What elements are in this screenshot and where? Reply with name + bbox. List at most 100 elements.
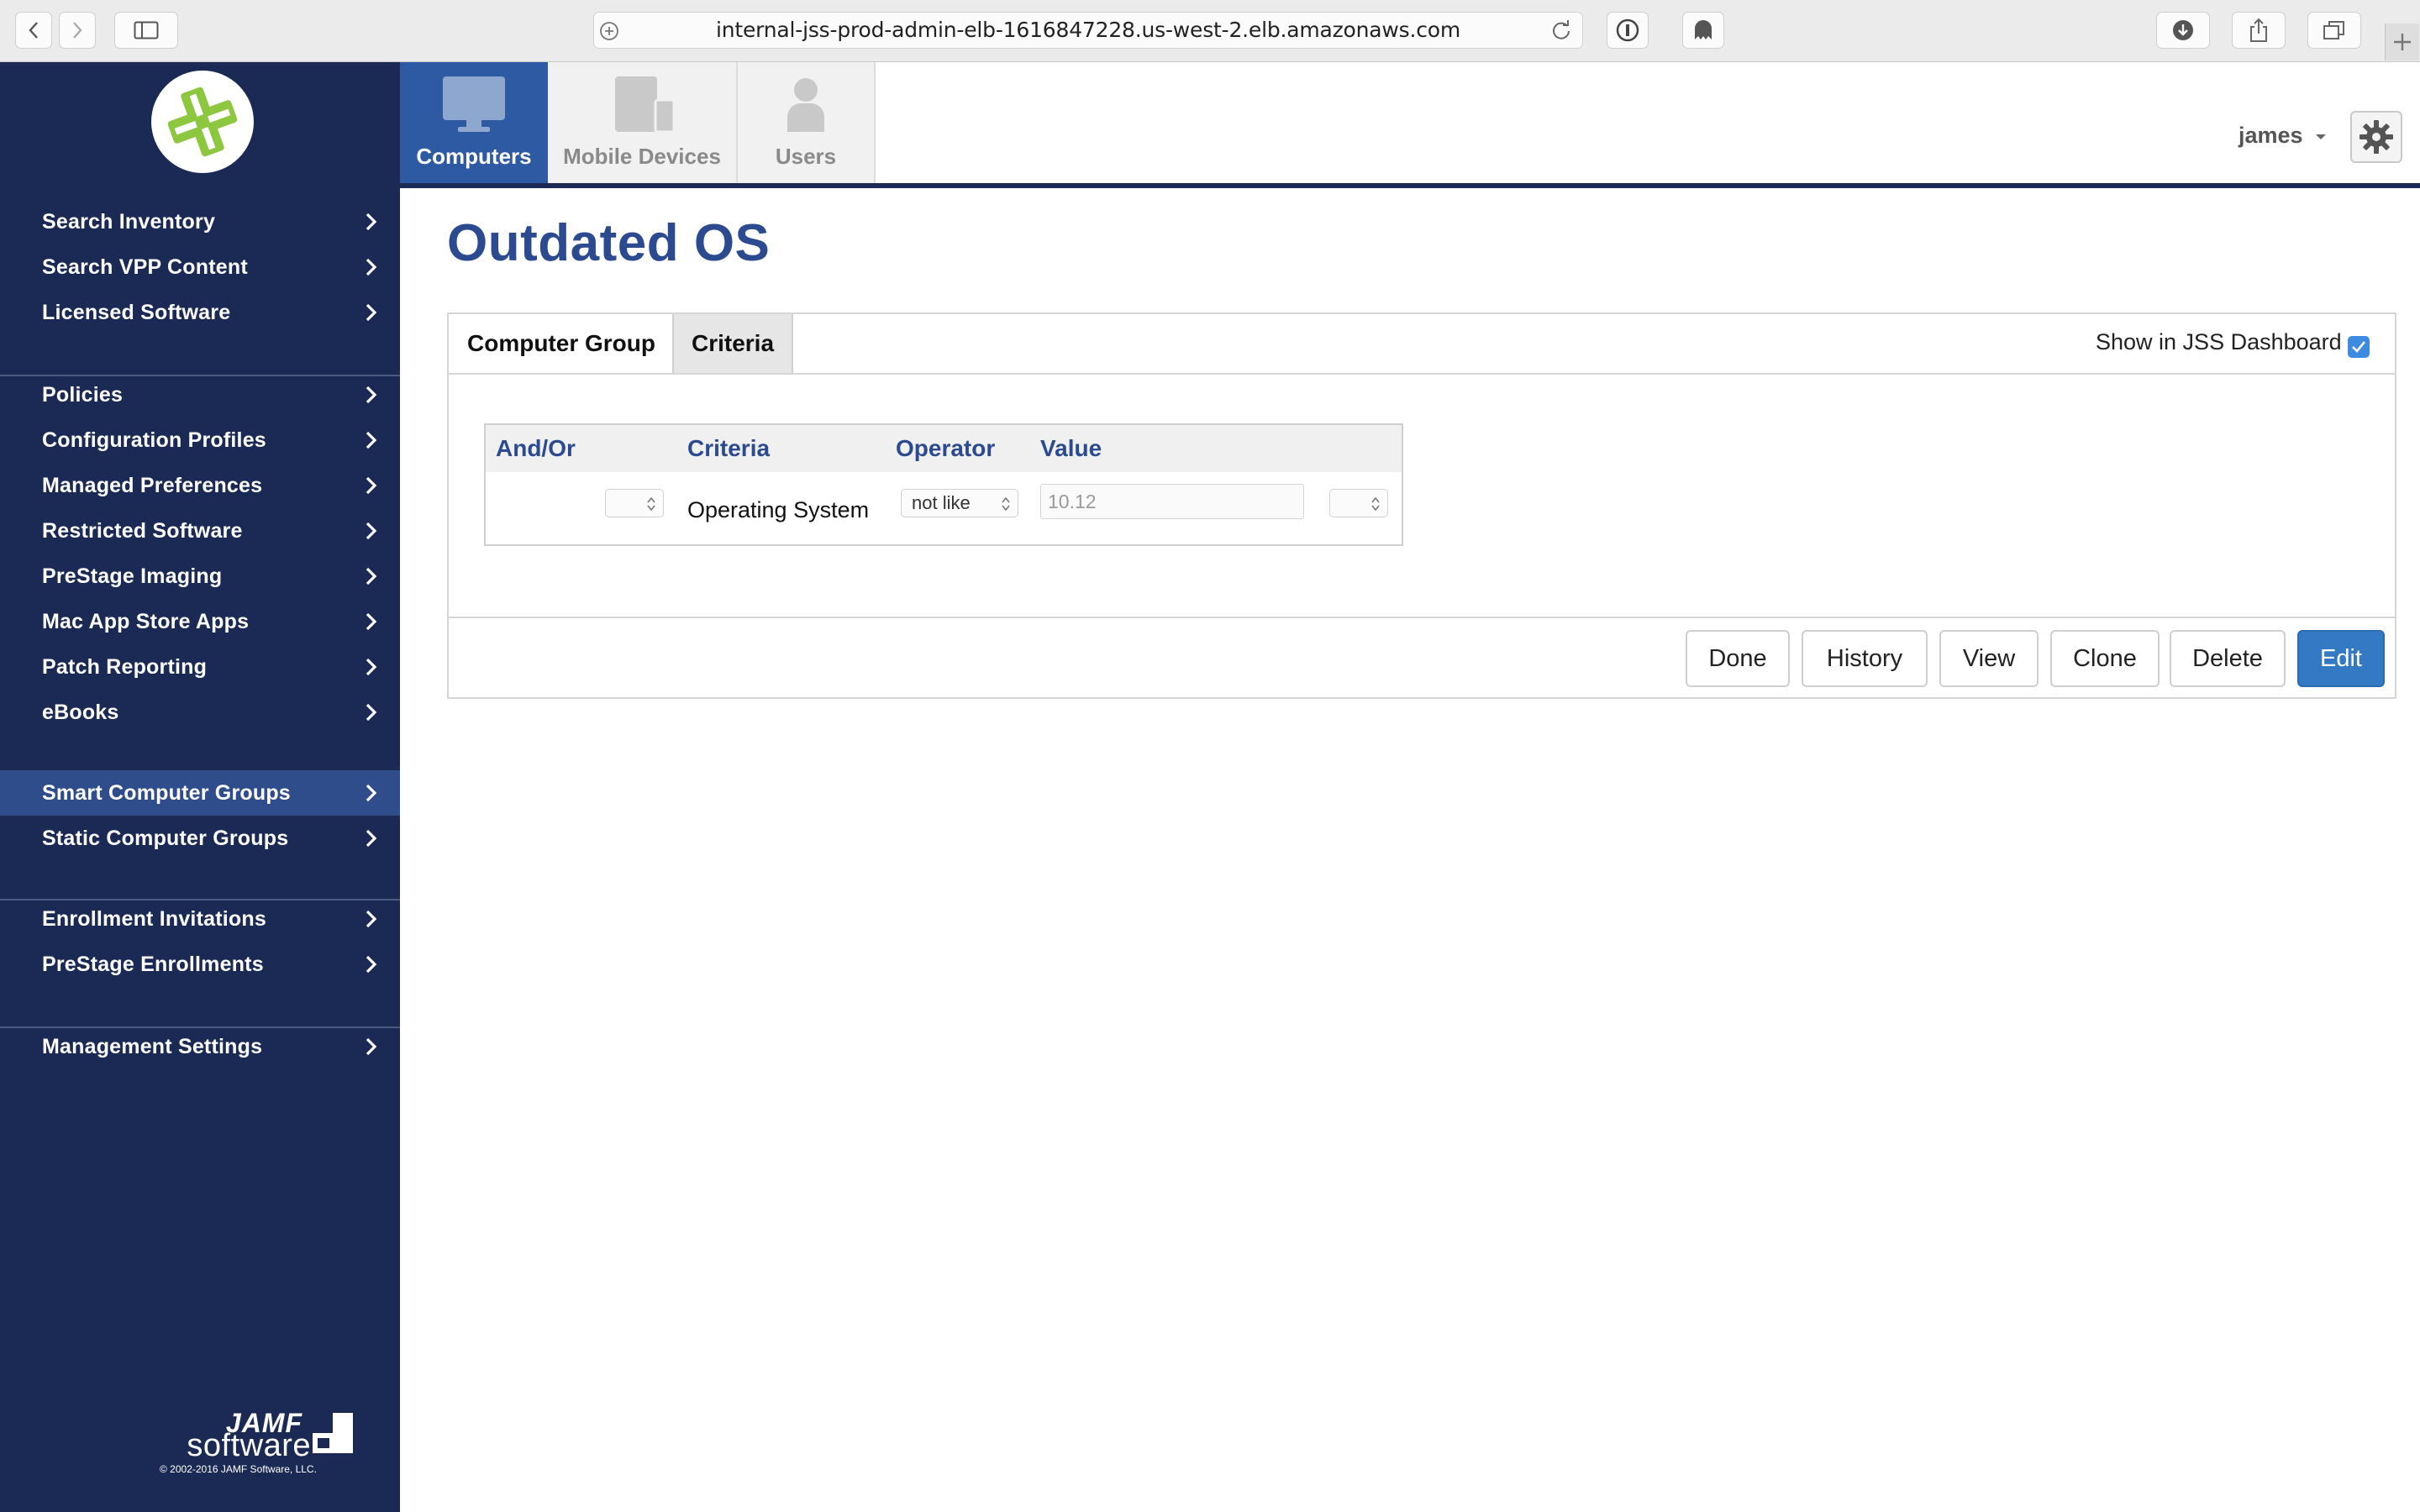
sidebar-item-label: Search Inventory bbox=[42, 209, 216, 234]
tab-users-label: Users bbox=[775, 144, 837, 169]
back-button[interactable] bbox=[15, 12, 52, 49]
sidebar-item-label: Restricted Software bbox=[42, 518, 243, 543]
page-title: Outdated OS bbox=[447, 214, 771, 272]
chevron-right-icon bbox=[366, 386, 377, 404]
sidebar-item-enrollment-invitations[interactable]: Enrollment Invitations bbox=[0, 896, 400, 942]
edit-button[interactable]: Edit bbox=[2297, 630, 2385, 687]
sidebar-item-label: Smart Computer Groups bbox=[42, 780, 291, 805]
delete-button[interactable]: Delete bbox=[2170, 630, 2286, 687]
criteria-name: Operating System bbox=[687, 497, 870, 522]
jss-plus-logo-icon bbox=[167, 87, 238, 157]
chevron-right-icon bbox=[366, 258, 377, 276]
share-button[interactable] bbox=[2232, 12, 2286, 49]
sidebar-item-policies[interactable]: Policies bbox=[0, 372, 400, 417]
sidebar-item-search-vpp-content[interactable]: Search VPP Content bbox=[0, 244, 400, 290]
user-menu[interactable]: james bbox=[2238, 123, 2328, 149]
sidebar-item-label: Static Computer Groups bbox=[42, 826, 289, 850]
sidebar-item-label: Managed Preferences bbox=[42, 473, 263, 497]
sidebar-item-static-computer-groups[interactable]: Static Computer Groups bbox=[0, 816, 400, 861]
download-icon bbox=[2173, 20, 2193, 40]
chevron-right-icon bbox=[366, 829, 377, 848]
sidebar-item-label: Licensed Software bbox=[42, 300, 231, 324]
sidebar-item-prestage-enrollments[interactable]: PreStage Enrollments bbox=[0, 942, 400, 987]
sidebar-item-label: PreStage Enrollments bbox=[42, 952, 264, 976]
sidebar-item-restricted-software[interactable]: Restricted Software bbox=[0, 508, 400, 554]
sidebar-item-prestage-imaging[interactable]: PreStage Imaging bbox=[0, 554, 400, 599]
done-button[interactable]: Done bbox=[1686, 630, 1790, 687]
and-or-select[interactable] bbox=[605, 489, 664, 517]
chevron-right-icon bbox=[366, 658, 377, 676]
tab-computers[interactable]: Computers bbox=[400, 62, 548, 183]
chevron-right-icon bbox=[366, 1037, 377, 1056]
tabs-icon bbox=[2323, 21, 2344, 39]
sidebar-item-label: PreStage Imaging bbox=[42, 564, 223, 588]
sidebar-item-label: Management Settings bbox=[42, 1034, 263, 1058]
url-text: internal-jss-prod-admin-elb-1616847228.u… bbox=[715, 18, 1461, 42]
jss-logo[interactable] bbox=[151, 71, 254, 173]
paren-select[interactable] bbox=[1329, 489, 1388, 517]
tab-computers-label: Computers bbox=[416, 144, 532, 169]
sidebar-item-label: Search VPP Content bbox=[42, 255, 248, 279]
onepassword-button[interactable] bbox=[1607, 12, 1649, 49]
ghost-icon bbox=[1695, 20, 1712, 39]
mobile-devices-icon bbox=[615, 76, 676, 134]
sidebar-item-licensed-software[interactable]: Licensed Software bbox=[0, 290, 400, 335]
updown-arrows-icon bbox=[647, 496, 655, 512]
sidebar-item-management-settings[interactable]: Management Settings bbox=[0, 1024, 400, 1069]
header-and-or: And/Or bbox=[496, 435, 576, 461]
updown-arrows-icon bbox=[1002, 496, 1010, 512]
chevron-right-icon bbox=[366, 910, 377, 928]
tab-criteria[interactable]: Criteria bbox=[672, 314, 793, 373]
sidebar-item-smart-computer-groups[interactable]: Smart Computer Groups bbox=[0, 770, 400, 816]
tab-mobile-devices[interactable]: Mobile Devices bbox=[548, 62, 738, 183]
dashboard-label: Show in JSS Dashboard bbox=[2096, 329, 2342, 354]
plus-icon bbox=[2394, 34, 2411, 50]
sidebar-item-patch-reporting[interactable]: Patch Reporting bbox=[0, 644, 400, 690]
show-tabs-button[interactable] bbox=[2307, 12, 2361, 49]
chevron-right-icon bbox=[366, 303, 377, 322]
sidebar-item-managed-preferences[interactable]: Managed Preferences bbox=[0, 463, 400, 508]
tab-computer-group[interactable]: Computer Group bbox=[449, 314, 674, 373]
sidebar-item-ebooks[interactable]: eBooks bbox=[0, 690, 400, 735]
dashboard-checkbox[interactable] bbox=[2348, 336, 2370, 358]
address-bar[interactable]: internal-jss-prod-admin-elb-1616847228.u… bbox=[593, 12, 1583, 49]
operator-select[interactable]: not like bbox=[901, 489, 1018, 517]
downloads-button[interactable] bbox=[2156, 12, 2210, 49]
value-input[interactable]: 10.12 bbox=[1040, 484, 1304, 519]
smart-group-panel: Computer Group Criteria Show in JSS Dash… bbox=[447, 312, 2396, 699]
sidebar-item-label: Enrollment Invitations bbox=[42, 906, 266, 931]
sidebar-item-label: Patch Reporting bbox=[42, 654, 208, 679]
view-button[interactable]: View bbox=[1939, 630, 2039, 687]
history-button[interactable]: History bbox=[1802, 630, 1928, 687]
panel-tabs: Computer Group Criteria Show in JSS Dash… bbox=[449, 314, 2395, 375]
tab-users[interactable]: Users bbox=[738, 62, 876, 183]
tab-mobile-devices-label: Mobile Devices bbox=[563, 144, 721, 169]
sidebar-item-label: eBooks bbox=[42, 700, 119, 724]
ghostery-button[interactable] bbox=[1682, 12, 1724, 49]
forward-button[interactable] bbox=[59, 12, 96, 49]
sidebar-item-label: Configuration Profiles bbox=[42, 428, 266, 452]
chevron-right-icon bbox=[366, 612, 377, 631]
user-icon bbox=[787, 78, 824, 132]
caret-down-icon bbox=[2316, 134, 2327, 139]
updown-arrows-icon bbox=[1371, 496, 1380, 512]
sidebar-item-configuration-profiles[interactable]: Configuration Profiles bbox=[0, 417, 400, 463]
chevron-right-icon bbox=[366, 703, 377, 722]
sidebar-item-search-inventory[interactable]: Search Inventory bbox=[0, 199, 400, 244]
header-value: Value bbox=[1040, 435, 1102, 461]
clone-button[interactable]: Clone bbox=[2050, 630, 2160, 687]
reload-icon[interactable] bbox=[1550, 19, 1572, 45]
sidebar-item-label: Mac App Store Apps bbox=[42, 609, 250, 633]
checkmark-icon bbox=[2352, 341, 2366, 353]
software-wordmark: software bbox=[187, 1428, 311, 1463]
criteria-table-header: And/Or Criteria Operator Value bbox=[486, 425, 1402, 472]
top-navigation: Computers Mobile Devices Users james bbox=[400, 62, 2420, 188]
settings-button[interactable] bbox=[2350, 111, 2402, 163]
sidebar-item-mac-app-store-apps[interactable]: Mac App Store Apps bbox=[0, 599, 400, 644]
new-tab-button[interactable] bbox=[2385, 24, 2419, 60]
operator-value: not like bbox=[912, 492, 971, 513]
sidebar-toggle-button[interactable] bbox=[114, 12, 178, 49]
chevron-right-icon bbox=[366, 784, 377, 802]
chevron-right-icon bbox=[73, 22, 82, 39]
chevron-right-icon bbox=[366, 431, 377, 449]
